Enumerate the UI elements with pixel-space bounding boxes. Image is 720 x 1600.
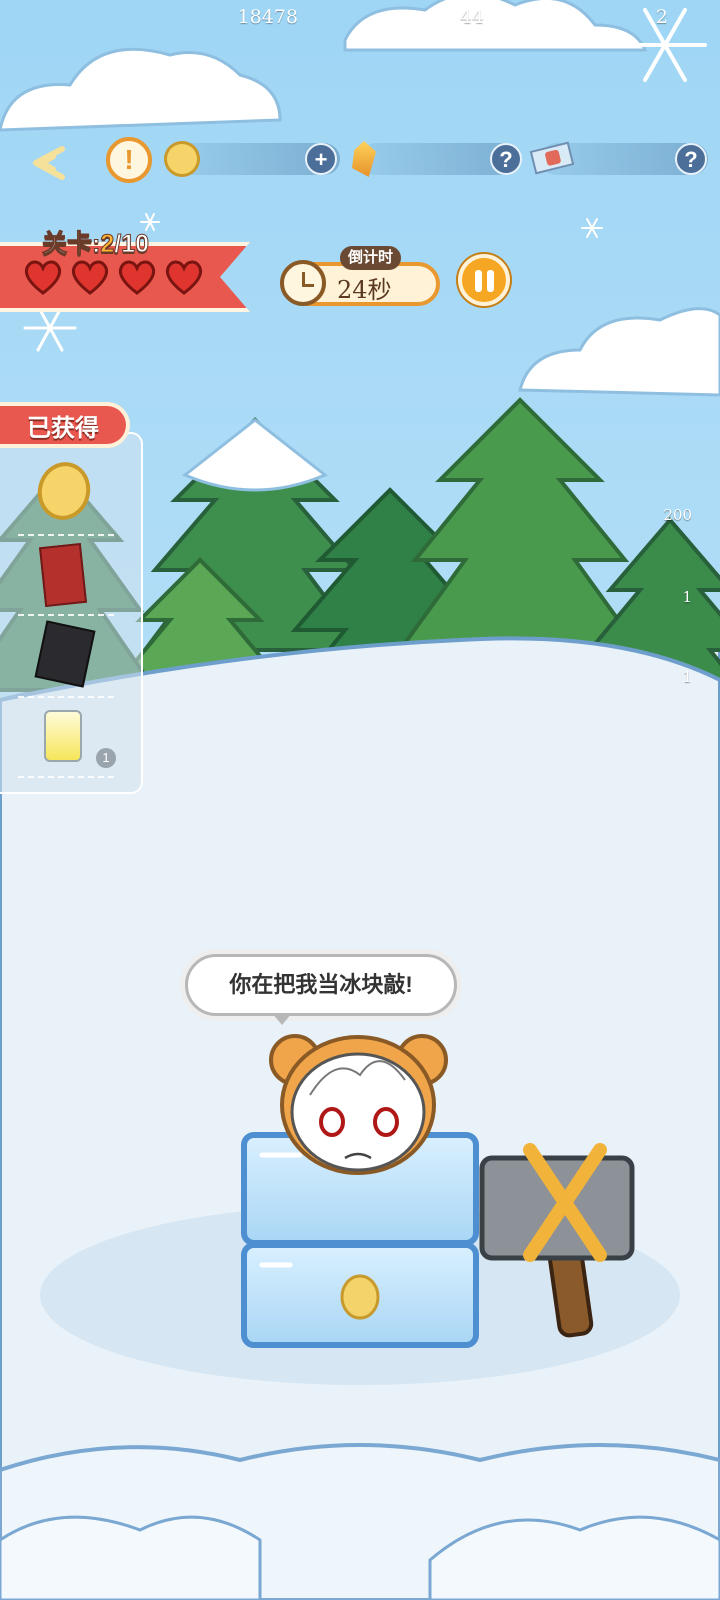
ticket-help-button[interactable]: ? xyxy=(675,143,707,175)
coin-count: 18478 xyxy=(237,6,298,28)
item-count-badge: 1 xyxy=(96,748,116,768)
item-count: 1 xyxy=(682,588,692,606)
pause-button[interactable] xyxy=(458,254,510,306)
item-count: 1 xyxy=(682,668,692,686)
item-count: 200 xyxy=(663,506,692,524)
heart-icon xyxy=(165,260,203,295)
level-label: 关卡:2/10 xyxy=(41,224,150,260)
ice-block-bottom[interactable] xyxy=(244,1245,476,1345)
ice-block-top[interactable] xyxy=(244,1135,476,1243)
speech-bubble-tail xyxy=(272,1013,292,1025)
level-current: 2 xyxy=(100,230,115,259)
timer-value: 24秒 xyxy=(337,276,392,304)
speech-text: 你在把我当冰块敲! xyxy=(229,972,413,997)
exclamation-icon: ! xyxy=(124,144,134,175)
pause-icon xyxy=(475,270,495,292)
heart-icon xyxy=(24,260,62,295)
red-book-icon xyxy=(38,542,88,608)
speech-bubble: 你在把我当冰块敲! xyxy=(185,954,457,1016)
stopwatch-icon xyxy=(280,260,326,306)
back-arrow-icon xyxy=(33,146,65,180)
heart-icon xyxy=(118,260,156,295)
level-total: /10 xyxy=(114,230,150,259)
level-prefix: 关卡: xyxy=(41,230,101,259)
lives-hearts xyxy=(22,258,205,296)
timer-title: 倒计时 xyxy=(340,246,402,270)
obtained-title: 已获得 xyxy=(0,402,130,448)
alert-button[interactable]: ! xyxy=(106,137,152,183)
ticket-count: 2 xyxy=(655,6,668,28)
add-coins-button[interactable]: + xyxy=(305,143,337,175)
back-button[interactable] xyxy=(26,143,72,183)
lemonade-icon xyxy=(44,710,82,762)
crystal-help-button[interactable]: ? xyxy=(490,143,522,175)
heart-icon xyxy=(71,260,109,295)
crystal-count: 44 xyxy=(459,6,484,28)
hammer-button[interactable] xyxy=(482,1150,632,1340)
